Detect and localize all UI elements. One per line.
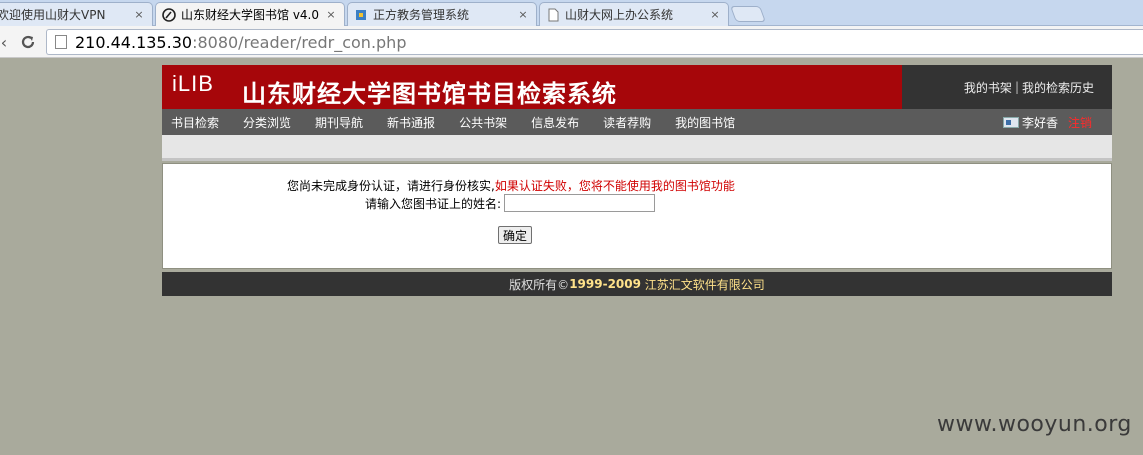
search-history-link[interactable]: 我的检索历史 [1022,79,1094,96]
verification-panel: 您尚未完成身份认证，请进行身份核实,如果认证失败，您将不能使用我的图书馆功能 请… [162,163,1112,269]
nav-item-journals[interactable]: 期刊导航 [306,114,363,131]
notice-text: 您尚未完成身份认证，请进行身份核实, [287,179,495,193]
watermark: www.wooyun.org [937,412,1132,437]
header-links: 我的书架 | 我的检索历史 [902,65,1112,109]
tab-office[interactable]: 山财大网上办公系统 × [539,2,729,26]
user-name[interactable]: 李好香 [1022,114,1058,131]
nav-item-recommend[interactable]: 读者荐购 [594,114,651,131]
logout-link[interactable]: 注销 [1068,114,1092,131]
tab-title: 山财大网上办公系统 [565,8,674,22]
user-area: 李好香 注销 [1002,109,1092,135]
tab-title: 正方教务管理系统 [373,8,470,22]
name-row: 请输入您图书证上的姓名: [365,194,656,212]
nav-item-my-library[interactable]: 我的图书馆 [666,114,735,131]
tab-library[interactable]: 山东财经大学图书馆 v4.0 × [155,2,345,26]
app-favicon-icon [356,9,366,20]
nav-item-announcements[interactable]: 信息发布 [522,114,579,131]
confirm-button[interactable]: 确定 [498,226,533,244]
page-favicon-icon [548,8,559,21]
tab-close-icon[interactable]: × [324,8,338,21]
link-separator: | [1014,80,1019,94]
tab-close-icon[interactable]: × [708,8,722,21]
user-card-icon [1002,116,1019,128]
nav-item-public-shelf[interactable]: 公共书架 [450,114,507,131]
verification-notice: 您尚未完成身份认证，请进行身份核实,如果认证失败，您将不能使用我的图书馆功能 [287,177,735,194]
reload-icon[interactable] [18,32,38,52]
library-page: iLIB 山东财经大学图书馆书目检索系统 我的书架 | 我的检索历史 书目检索 … [162,65,1112,296]
main-nav: 书目检索 分类浏览 期刊导航 新书通报 公共书架 信息发布 读者荐购 我的图书馆… [162,109,1112,135]
company-name: 江苏汇文软件有限公司 [644,277,765,292]
site-title: 山东财经大学图书馆书目检索系统 [242,80,617,108]
sub-bar [162,135,1112,161]
page-icon [55,35,67,49]
tab-close-icon[interactable]: × [516,8,530,21]
nav-item-classification[interactable]: 分类浏览 [234,114,291,131]
tab-academic[interactable]: 正方教务管理系统 × [347,2,537,26]
copyright-prefix: 版权所有© [509,277,570,292]
url-path: :8080/reader/redr_con.php [192,32,407,52]
ilib-logo: iLIB [172,71,214,97]
nav-item-new-books[interactable]: 新书通报 [378,114,435,131]
address-bar[interactable]: 210.44.135.30:8080/reader/redr_con.php [46,29,1143,55]
site-header: iLIB 山东财经大学图书馆书目检索系统 我的书架 | 我的检索历史 [162,65,1112,109]
tab-title: 欢迎使用山财大VPN [0,8,106,22]
my-bookshelf-link[interactable]: 我的书架 [964,79,1012,96]
url-host: 210.44.135.30 [75,32,193,52]
tab-title: 山东财经大学图书馆 v4.0 [181,8,320,22]
back-icon[interactable]: ‹ [0,32,14,52]
copyright-years: 1999-2009 [569,277,641,291]
tab-close-icon[interactable]: × [132,8,146,21]
site-footer: 版权所有© 1999-2009 江苏汇文软件有限公司 [162,272,1112,296]
tab-vpn[interactable]: 欢迎使用山财大VPN × [0,2,153,26]
name-label: 请输入您图书证上的姓名: [365,196,502,211]
new-tab-button[interactable] [730,6,766,22]
warning-text: 如果认证失败，您将不能使用我的图书馆功能 [494,179,735,193]
browser-toolbar: ‹ 210.44.135.30:8080/reader/redr_con.php [0,26,1143,58]
library-favicon-icon [162,7,176,22]
logo-text: iLIB [172,71,214,96]
browser-tabstrip: 欢迎使用山财大VPN × 山东财经大学图书馆 v4.0 × 正方教务管理系统 ×… [0,0,1143,26]
nav-item-catalog-search[interactable]: 书目检索 [162,114,219,131]
name-input[interactable] [504,194,656,212]
